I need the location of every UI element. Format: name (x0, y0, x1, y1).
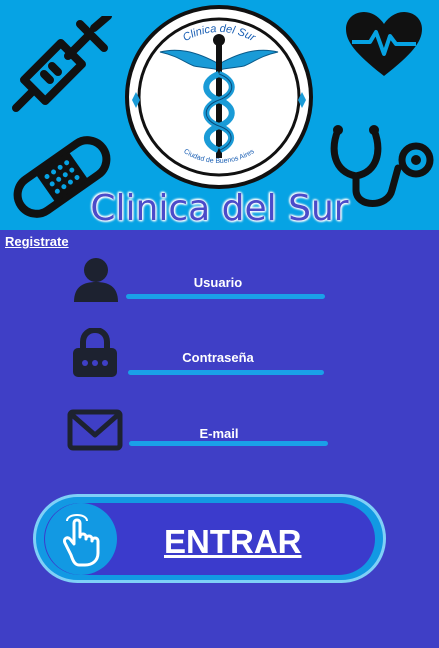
enter-button-label: ENTRAR (164, 523, 302, 560)
user-field[interactable] (126, 294, 325, 299)
register-link[interactable]: Registrate (5, 234, 69, 249)
clinic-logo: Clinica del Sur Ciudad de Buenos Aires (125, 5, 313, 189)
header-banner: Clinica del Sur Ciudad de Buenos Aires C… (0, 0, 439, 230)
password-field-label: Contraseña (182, 350, 254, 365)
envelope-icon (67, 409, 123, 451)
enter-button-inner: ENTRAR (44, 503, 375, 575)
brand-title: Clinica del Sur (90, 188, 349, 229)
enter-button-icon-circle (45, 503, 117, 575)
hand-pointer-icon (63, 514, 100, 567)
lock-icon (73, 328, 117, 377)
enter-button[interactable]: ENTRAR (33, 494, 386, 583)
user-icon (74, 258, 118, 302)
user-field-label: Usuario (193, 275, 243, 290)
heart-pulse-icon (346, 12, 422, 76)
password-field[interactable] (128, 370, 324, 375)
email-field[interactable] (129, 441, 328, 446)
syringe-icon (12, 16, 112, 112)
email-field-label: E-mail (199, 426, 239, 441)
